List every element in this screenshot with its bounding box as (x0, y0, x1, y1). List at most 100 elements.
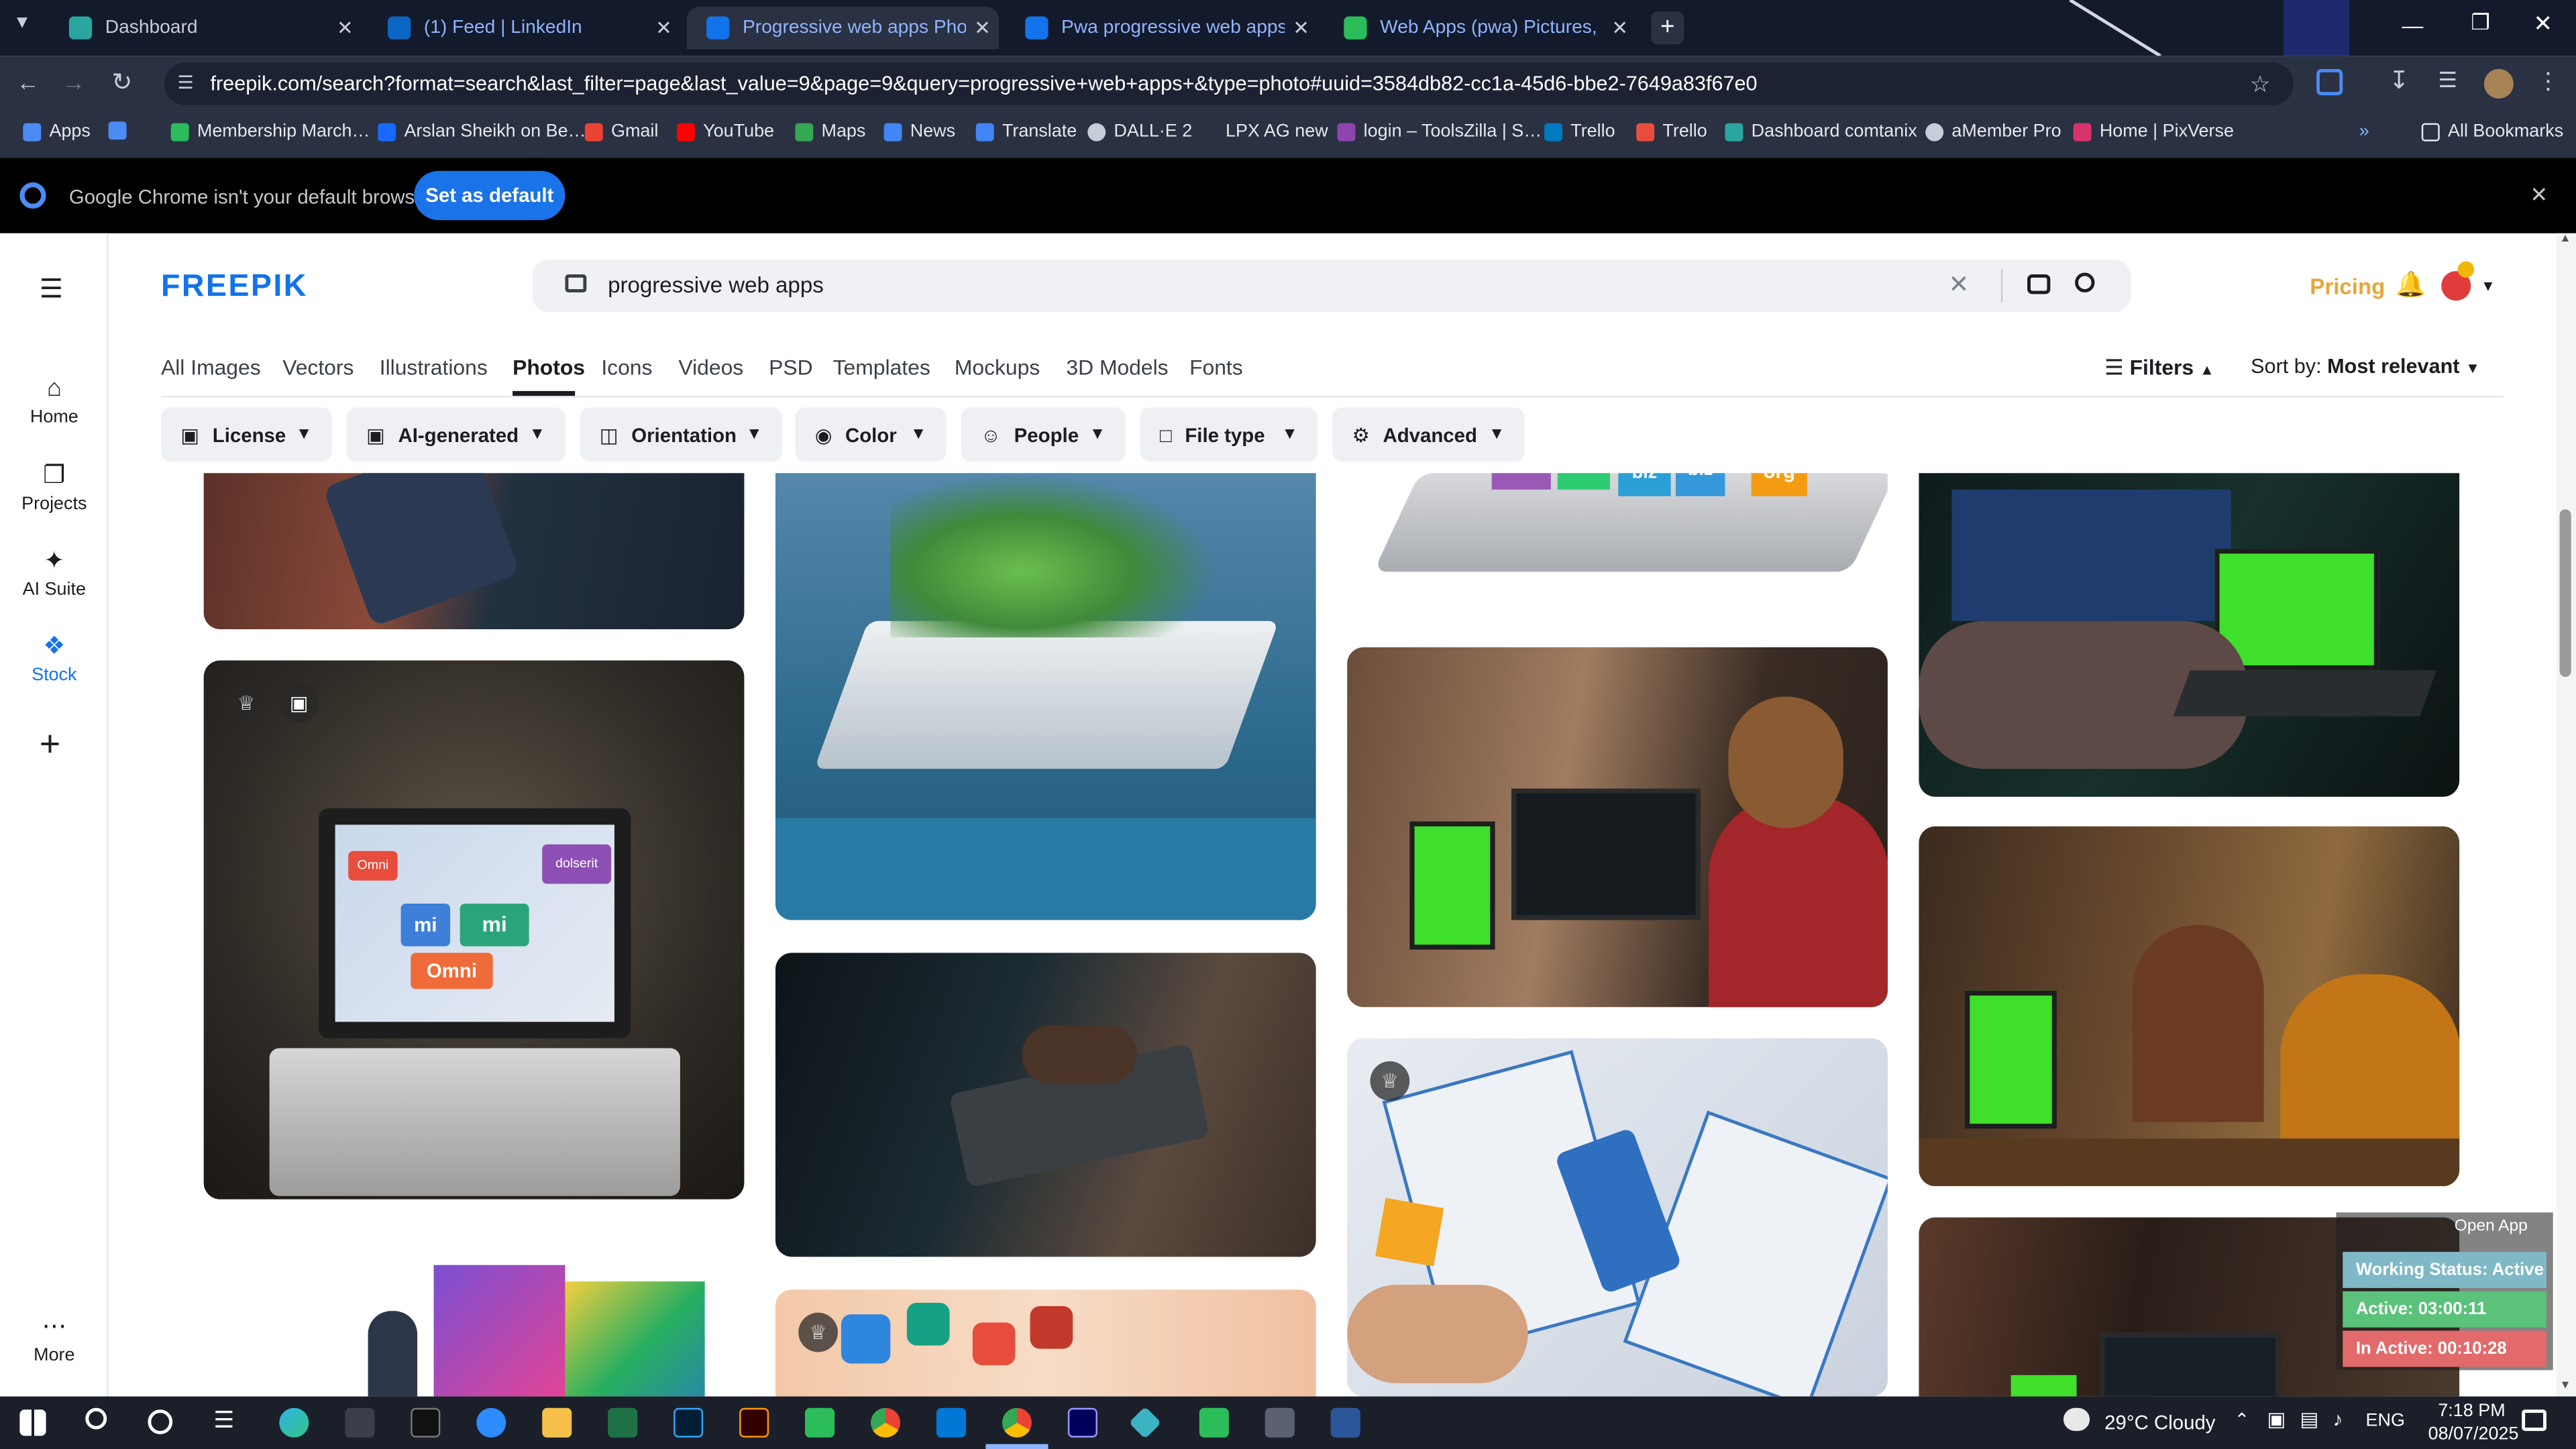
tab-freepik-photos[interactable]: Progressive web apps Photos | …✕ (686, 6, 999, 50)
address-bar[interactable]: ☰ freepik.com/search?format=search&last_… (164, 62, 2294, 105)
tab-mockups[interactable]: Mockups (955, 355, 1040, 380)
bookmark-lpx[interactable]: LPX AG new (1199, 121, 1328, 142)
bookmark-membership[interactable]: Membership March… (170, 121, 370, 142)
back-icon[interactable]: ← (16, 69, 39, 95)
filter-advanced[interactable]: ⚙ Advanced ▼ (1332, 407, 1525, 462)
sidebar-item-home[interactable]: ⌂ Home (0, 374, 109, 427)
image-card-tablet-hand[interactable] (203, 473, 745, 629)
image-type-icon[interactable] (565, 274, 587, 292)
filter-people[interactable]: ☺ People ▼ (961, 407, 1126, 462)
filter-color[interactable]: ◉ Color ▼ (795, 407, 947, 462)
network-icon[interactable]: ▣ (2267, 1408, 2286, 1431)
bookmark-youtube[interactable]: YouTube (676, 121, 774, 142)
cortana-icon[interactable] (148, 1409, 173, 1434)
image-card-app-cube[interactable] (203, 1232, 745, 1397)
edge-icon[interactable] (279, 1407, 309, 1438)
filter-file-type[interactable]: □ File type ▼ (1140, 407, 1318, 462)
site-info-icon[interactable]: ☰ (177, 62, 193, 105)
restore-button[interactable]: ❐ (2471, 10, 2490, 36)
pricing-link[interactable]: Pricing (2310, 274, 2385, 299)
tab-list-chevron-icon[interactable]: ▼ (13, 13, 32, 33)
search-input[interactable]: progressive web apps (608, 273, 824, 298)
tab-icons[interactable]: Icons (601, 355, 652, 380)
word-icon[interactable] (1330, 1407, 1360, 1438)
sidebar-item-ai-suite[interactable]: ✦ AI Suite (0, 545, 109, 600)
bookmark-translate[interactable]: Translate (975, 121, 1077, 142)
task-view-icon[interactable]: ☰ (213, 1406, 234, 1434)
camera-search-icon[interactable] (2027, 274, 2051, 294)
notification-bell-icon[interactable]: 🔔 (2396, 270, 2426, 299)
reload-icon[interactable]: ↻ (112, 67, 133, 97)
image-card-meeting-green-screen[interactable] (1919, 826, 2460, 1187)
bookmark-grid-icon[interactable] (108, 121, 127, 140)
bookmark-trello-2[interactable]: Trello (1636, 121, 1707, 142)
app-teal-icon[interactable] (1128, 1406, 1162, 1440)
app-green-icon[interactable] (1199, 1407, 1229, 1438)
scrollbar-up-arrow[interactable]: ▲ (2560, 233, 2571, 245)
close-tab-icon[interactable]: ✕ (1603, 16, 1636, 39)
close-window-button[interactable]: ✕ (2533, 10, 2553, 38)
extensions-icon[interactable] (2316, 68, 2343, 96)
clock-time[interactable]: 7:18 PM (2438, 1401, 2505, 1421)
photoshop-icon[interactable] (674, 1407, 704, 1438)
tab-3d-models[interactable]: 3D Models (1066, 355, 1168, 380)
bookmark-toolszilla[interactable]: login – ToolsZilla | S… (1337, 121, 1542, 142)
tab-web-apps-pictures[interactable]: Web Apps (pwa) Pictures, Imag…✕ (1324, 7, 1636, 50)
bookmark-news[interactable]: News (883, 121, 955, 142)
bookmark-comtanix[interactable]: Dashboard comtanix (1725, 121, 1917, 142)
sidebar-item-stock[interactable]: ❖ Stock (0, 631, 109, 685)
language-indicator[interactable]: ENG (2366, 1411, 2405, 1431)
tab-psd[interactable]: PSD (769, 355, 812, 380)
new-tab-button[interactable]: + (1651, 11, 1684, 45)
pen-tool-icon[interactable] (345, 1407, 375, 1438)
tab-templates[interactable]: Templates (833, 355, 930, 380)
clock-date[interactable]: 08/07/2025 (2428, 1424, 2519, 1444)
image-card-wireframes[interactable]: ♕ (1347, 1038, 1888, 1397)
terminal-icon[interactable] (411, 1407, 441, 1438)
zoom-icon[interactable] (476, 1407, 506, 1438)
vscode-icon[interactable] (936, 1407, 967, 1438)
sidebar-item-projects[interactable]: ❐ Projects (0, 460, 109, 514)
bookmark-pixverse[interactable]: Home | PixVerse (2073, 121, 2234, 142)
filter-license[interactable]: ▣ License ▼ (161, 407, 332, 462)
clear-search-icon[interactable]: ✕ (1949, 270, 1970, 299)
close-tab-icon[interactable]: ✕ (647, 16, 680, 39)
premiere-icon[interactable] (1067, 1407, 1097, 1438)
scrollbar-down-arrow[interactable]: ▼ (2560, 1380, 2571, 1391)
download-icon[interactable]: ↧ (2389, 66, 2410, 95)
bookmark-gmail[interactable]: Gmail (584, 121, 658, 142)
image-card-woman-icons[interactable]: ♕ (775, 1289, 1316, 1397)
minimize-button[interactable]: — (2402, 13, 2423, 38)
close-tab-icon[interactable]: ✕ (1285, 16, 1318, 39)
all-bookmarks[interactable]: All Bookmarks (2421, 121, 2563, 142)
filter-orientation[interactable]: ◫ Orientation ▼ (580, 407, 782, 462)
tab-pwa-smart[interactable]: Pwa progressive web apps sma…✕ (1006, 7, 1318, 50)
image-card-laptop-apps[interactable]: Omni mi mi dolserit Omni ♕ ▣ (203, 660, 745, 1199)
forward-icon[interactable]: → (62, 69, 85, 95)
close-tab-icon[interactable]: ✕ (329, 16, 362, 39)
excel-icon[interactable] (608, 1407, 638, 1438)
scrollbar-thumb[interactable] (2559, 509, 2571, 677)
more-bookmarks-icon[interactable]: » (2359, 121, 2369, 141)
bookmark-maps[interactable]: Maps (795, 121, 865, 142)
page-scrollbar[interactable]: ▲ ▼ (2556, 233, 2576, 1397)
volume-icon[interactable]: ♪ (2333, 1408, 2343, 1431)
image-card-tablet-typing[interactable] (775, 953, 1316, 1257)
filter-ai-generated[interactable]: ▣ AI-generated ▼ (346, 407, 566, 462)
close-tab-icon[interactable]: ✕ (966, 16, 999, 39)
image-card-woman-green-screen[interactable] (1347, 647, 1888, 1008)
tab-illustrations[interactable]: Illustrations (380, 355, 488, 380)
chrome-icon[interactable] (870, 1407, 901, 1438)
tab-videos[interactable]: Videos (678, 355, 743, 380)
notifications-icon[interactable] (2522, 1409, 2546, 1432)
windows-start-icon[interactable] (19, 1409, 46, 1436)
account-chevron-icon[interactable]: ▼ (2481, 278, 2496, 294)
search-icon[interactable] (2075, 272, 2095, 292)
sort-control[interactable]: Sort by: Most relevant ▼ (2251, 355, 2480, 378)
weather-text[interactable]: 29°C Cloudy (2104, 1411, 2215, 1434)
search-icon[interactable] (85, 1407, 107, 1430)
bookmark-dalle[interactable]: DALL·E 2 (1087, 121, 1192, 142)
sidebar-item-more[interactable]: ⋯ More (0, 1311, 109, 1365)
freepik-logo[interactable]: FREEPIK (161, 270, 308, 306)
bookmark-apps[interactable]: Apps (23, 121, 91, 142)
